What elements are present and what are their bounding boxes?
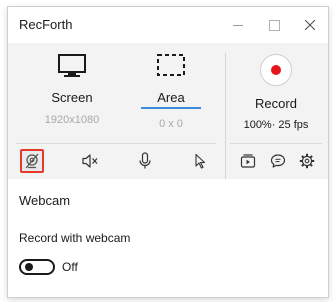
panel-title: Webcam xyxy=(19,193,71,208)
gear-icon xyxy=(299,153,315,169)
area-label: Area xyxy=(157,90,185,105)
screenshots-button[interactable] xyxy=(236,149,260,173)
maximize-button[interactable] xyxy=(256,7,292,43)
screen-resolution: 1920x1080 xyxy=(44,114,100,126)
area-selected-indicator xyxy=(141,107,201,109)
microphone-button[interactable] xyxy=(133,149,157,173)
screen-label: Screen xyxy=(51,90,93,105)
record-label: Record xyxy=(255,96,297,111)
screen-mode-button[interactable]: Screen 1920x1080 xyxy=(22,53,122,126)
system-audio-button[interactable] xyxy=(78,149,102,173)
record-button[interactable]: Record 100%· 25 fps xyxy=(236,53,316,131)
toolbar-divider-right xyxy=(230,143,322,144)
toolbar-divider-left xyxy=(16,143,216,144)
comment-icon xyxy=(270,154,286,168)
webcam-settings-panel: Webcam Record with webcam Off xyxy=(8,179,328,297)
cursor-button[interactable] xyxy=(188,149,212,173)
close-button[interactable] xyxy=(292,7,328,43)
webcam-toggle-switch[interactable] xyxy=(19,259,55,275)
maximize-icon xyxy=(268,19,280,31)
minimize-button[interactable] xyxy=(220,7,256,43)
area-mode-button[interactable]: Area 0 x 0 xyxy=(136,53,206,130)
app-window: RecForth Screen 1920x1080 Area 0 x 0 Rec… xyxy=(7,6,329,298)
cursor-icon xyxy=(195,153,206,169)
webcam-toggle-button[interactable] xyxy=(20,149,44,173)
speaker-muted-icon xyxy=(82,154,98,168)
close-icon xyxy=(305,20,315,30)
toggle-state-label: Off xyxy=(62,260,78,274)
toggle-knob xyxy=(25,263,33,271)
webcam-off-icon xyxy=(25,153,39,169)
vertical-divider xyxy=(225,53,226,179)
settings-button[interactable] xyxy=(295,149,319,173)
monitor-icon xyxy=(58,54,86,77)
record-settings: 100%· 25 fps xyxy=(243,119,309,131)
title-bar[interactable]: RecForth xyxy=(8,7,328,43)
app-title: RecForth xyxy=(19,17,73,32)
screenshots-icon xyxy=(240,154,256,168)
feedback-button[interactable] xyxy=(266,149,290,173)
record-with-webcam-label: Record with webcam xyxy=(19,231,131,245)
area-size: 0 x 0 xyxy=(159,118,183,130)
capture-panel: Screen 1920x1080 Area 0 x 0 Record 100%·… xyxy=(8,43,328,179)
area-select-icon xyxy=(157,54,185,76)
minimize-icon xyxy=(233,24,243,26)
record-icon xyxy=(260,54,292,86)
microphone-icon xyxy=(139,152,151,169)
